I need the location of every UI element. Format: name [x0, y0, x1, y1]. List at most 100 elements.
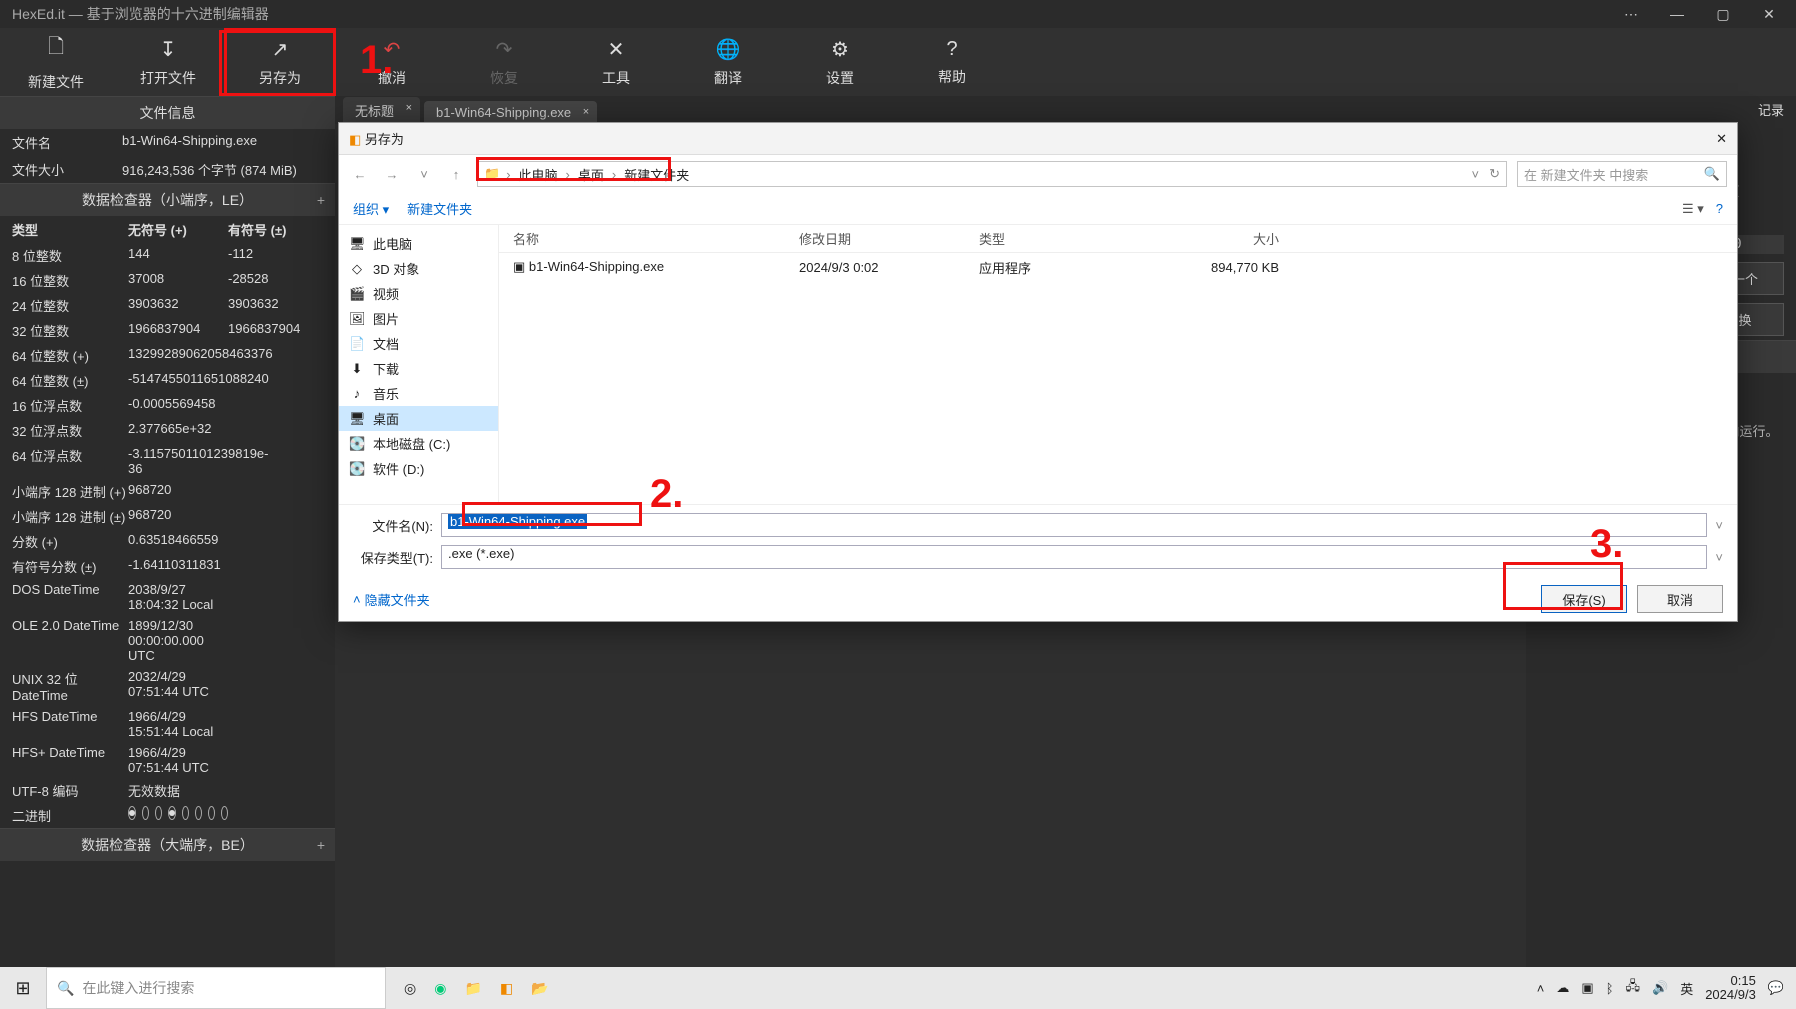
- steam-icon[interactable]: ◎: [404, 980, 416, 997]
- tree-item[interactable]: 🖼图片: [339, 306, 498, 331]
- tree-item[interactable]: 🖥此电脑: [339, 231, 498, 256]
- view-mode-icon[interactable]: ☰ ▾: [1682, 201, 1704, 217]
- hexedit-icon[interactable]: ◧: [500, 980, 513, 997]
- inspector-row: 64 位浮点数-3.1157501101239819e-36: [0, 443, 335, 479]
- folder-tree[interactable]: 🖥此电脑◇3D 对象🎬视频🖼图片📄文档⬇下载♪音乐🖥桌面💽本地磁盘 (C:)💽软…: [339, 225, 499, 504]
- filetype-select[interactable]: .exe (*.exe): [441, 545, 1707, 569]
- forward-icon[interactable]: →: [381, 167, 403, 182]
- taskbar-apps: ◎ ◉ 📁 ◧ 📂: [404, 980, 549, 997]
- tools-button[interactable]: ✕ 工具: [560, 28, 672, 96]
- bluetooth-icon[interactable]: ᛒ: [1606, 981, 1614, 996]
- tray-up-icon[interactable]: ˄: [1537, 981, 1545, 996]
- crumb-pc[interactable]: 此电脑: [517, 165, 560, 184]
- tree-item-icon: 🖼: [349, 311, 365, 327]
- refresh-icon[interactable]: ↻: [1489, 166, 1500, 182]
- redo-button[interactable]: ↷ 恢复: [448, 28, 560, 96]
- file-list: 名称 修改日期 类型 大小 ▣ b1-Win64-Shipping.exe 20…: [499, 225, 1737, 504]
- close-icon[interactable]: ✕: [1716, 131, 1727, 147]
- inspector-row: 有符号分数 (±)-1.64110311831: [0, 554, 335, 579]
- minimize-icon[interactable]: —: [1654, 0, 1700, 28]
- main-toolbar: 🗋 新建文件 ↧ 打开文件 ↗ 另存为 ↶ 撤消 ↷ 恢复 ✕ 工具 🌐 翻译 …: [0, 28, 1796, 96]
- explorer-icon[interactable]: 📁: [464, 980, 481, 997]
- save-button[interactable]: 保存(S): [1541, 585, 1627, 613]
- tree-item-icon: ♪: [349, 386, 365, 401]
- new-file-button[interactable]: 🗋 新建文件: [0, 28, 112, 96]
- breadcrumb[interactable]: 📁 › 此电脑 › 桌面 › 新建文件夹 ˅ ↻: [477, 161, 1507, 187]
- taskbar-search[interactable]: 🔍 在此键入进行搜索: [46, 967, 386, 1009]
- ime-indicator[interactable]: 英: [1680, 979, 1693, 998]
- tab-untitled[interactable]: 无标题 ×: [343, 97, 420, 124]
- clock[interactable]: 0:15 2024/9/3: [1705, 974, 1756, 1003]
- dialog-help-icon[interactable]: ?: [1716, 201, 1723, 217]
- nvidia-icon[interactable]: ▣: [1581, 980, 1593, 996]
- settings-label: 设置: [826, 68, 854, 88]
- tree-item[interactable]: ⬇下载: [339, 356, 498, 381]
- chevron-down-icon[interactable]: ˅: [1472, 167, 1480, 182]
- tab-file[interactable]: b1-Win64-Shipping.exe ×: [424, 101, 597, 124]
- inspector-row: 二进制: [0, 803, 335, 828]
- dropdown-icon[interactable]: ˅: [1715, 550, 1723, 565]
- crumb-folder[interactable]: 新建文件夹: [622, 165, 691, 184]
- tree-item[interactable]: ◇3D 对象: [339, 256, 498, 281]
- list-item[interactable]: ▣ b1-Win64-Shipping.exe 2024/9/3 0:02 应用…: [499, 253, 1737, 281]
- folder-icon[interactable]: 📂: [531, 980, 548, 997]
- notification-icon[interactable]: 💬: [1768, 980, 1784, 996]
- search-input[interactable]: 在 新建文件夹 中搜索 🔍: [1517, 161, 1727, 187]
- edge-icon[interactable]: ◉: [434, 980, 446, 997]
- recent-icon[interactable]: ˅: [413, 167, 435, 182]
- start-button[interactable]: ⊞: [0, 967, 46, 1009]
- inspector-row: OLE 2.0 DateTime1899/12/30 00:00:00.000 …: [0, 615, 335, 666]
- dialog-toolbar: 组织 ▾ 新建文件夹 ☰ ▾ ?: [339, 193, 1737, 225]
- tree-item-icon: 🖥: [349, 411, 365, 427]
- maximize-icon[interactable]: ▢: [1700, 0, 1746, 28]
- taskbar: ⊞ 🔍 在此键入进行搜索 ◎ ◉ 📁 ◧ 📂 ˄ ☁ ▣ ᛒ 🖧 🔊 英 0:1…: [0, 967, 1796, 1009]
- file-name-row: 文件名 b1-Win64-Shipping.exe: [0, 129, 335, 156]
- tree-item[interactable]: 💽本地磁盘 (C:): [339, 431, 498, 456]
- network-icon[interactable]: 🖧: [1626, 977, 1641, 999]
- inspector-row: 8 位整数144-112: [0, 243, 335, 268]
- settings-button[interactable]: ⚙ 设置: [784, 28, 896, 96]
- inspector-row: 64 位整数 (±)-5147455011651088240: [0, 368, 335, 393]
- tree-item[interactable]: 📄文档: [339, 331, 498, 356]
- tree-item[interactable]: 💽软件 (D:): [339, 456, 498, 481]
- tree-item-icon: ◇: [349, 261, 365, 277]
- tree-item[interactable]: 🖥桌面: [339, 406, 498, 431]
- tree-item[interactable]: 🎬视频: [339, 281, 498, 306]
- crumb-desktop[interactable]: 桌面: [576, 165, 606, 184]
- new-file-icon: 🗋: [48, 32, 64, 66]
- undo-button[interactable]: ↶ 撤消: [336, 28, 448, 96]
- tree-item[interactable]: ♪音乐: [339, 381, 498, 406]
- hide-folders-toggle[interactable]: ˄ 隐藏文件夹: [353, 590, 430, 609]
- new-folder-button[interactable]: 新建文件夹: [407, 199, 472, 218]
- more-icon[interactable]: ⋯: [1608, 0, 1654, 28]
- close-icon[interactable]: ✕: [1746, 0, 1792, 28]
- organize-button[interactable]: 组织 ▾: [353, 199, 389, 218]
- expand-icon[interactable]: +: [317, 837, 325, 853]
- search-icon: 🔍: [57, 980, 74, 997]
- inspector-row: 32 位整数19668379041966837904: [0, 318, 335, 343]
- open-file-label: 打开文件: [140, 68, 196, 88]
- translate-button[interactable]: 🌐 翻译: [672, 28, 784, 96]
- save-as-button[interactable]: ↗ 另存为: [224, 28, 336, 96]
- up-icon[interactable]: ↑: [445, 167, 467, 182]
- close-icon[interactable]: ×: [406, 102, 412, 114]
- help-button[interactable]: ? 帮助: [896, 28, 1008, 96]
- file-size-value: 916,243,536 个字节 (874 MiB): [122, 160, 323, 179]
- back-icon[interactable]: ←: [349, 167, 371, 182]
- onedrive-icon[interactable]: ☁: [1556, 980, 1569, 996]
- record-tab[interactable]: 记录: [1526, 96, 1796, 123]
- cancel-button[interactable]: 取消: [1637, 585, 1723, 613]
- expand-icon[interactable]: +: [317, 192, 325, 208]
- left-panel: 文件信息 文件名 b1-Win64-Shipping.exe 文件大小 916,…: [0, 96, 335, 967]
- open-file-button[interactable]: ↧ 打开文件: [112, 28, 224, 96]
- file-size-label: 文件大小: [12, 160, 122, 179]
- dropdown-icon[interactable]: ˅: [1715, 518, 1723, 533]
- tree-item-icon: ⬇: [349, 361, 365, 377]
- nav-bar: ← → ˅ ↑ 📁 › 此电脑 › 桌面 › 新建文件夹 ˅ ↻ 在 新建文件夹…: [339, 155, 1737, 193]
- filename-input[interactable]: b1-Win64-Shipping.exe: [441, 513, 1707, 537]
- volume-icon[interactable]: 🔊: [1652, 980, 1668, 996]
- open-file-icon: ↧: [160, 37, 177, 62]
- dialog-footer: ˄ 隐藏文件夹 保存(S) 取消: [339, 577, 1737, 621]
- dialog-fields: 文件名(N): b1-Win64-Shipping.exe ˅ 保存类型(T):…: [339, 504, 1737, 577]
- close-icon[interactable]: ×: [583, 106, 589, 118]
